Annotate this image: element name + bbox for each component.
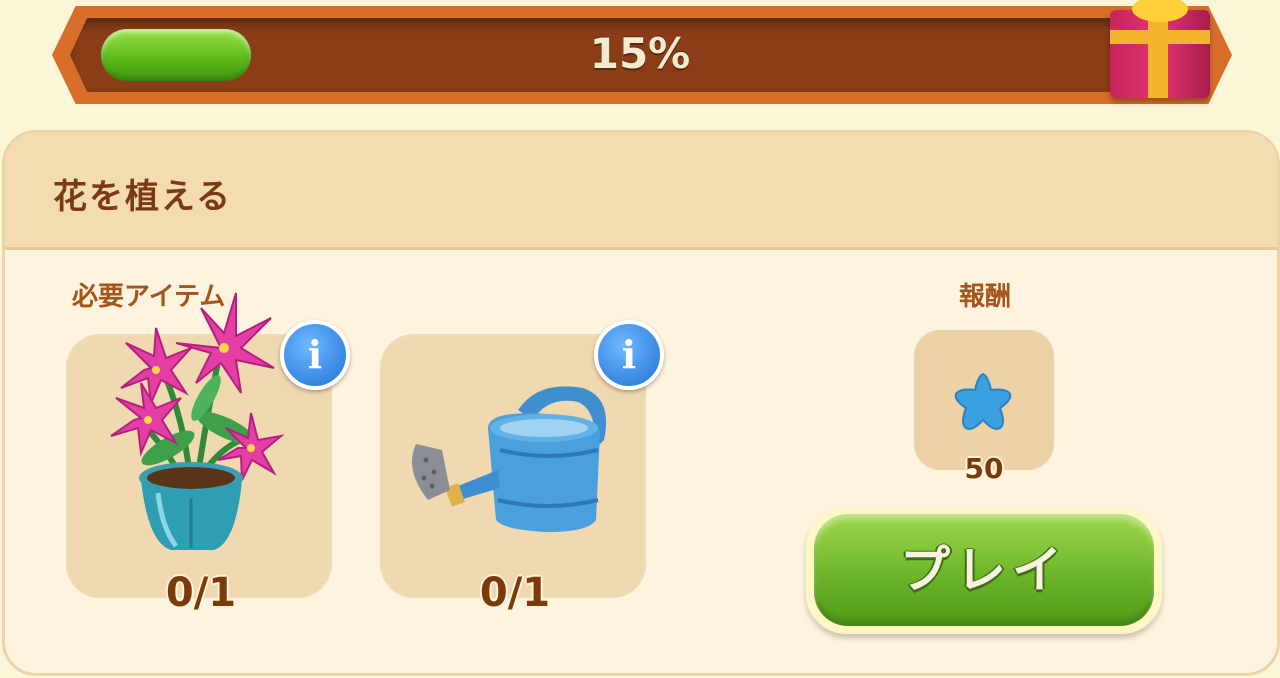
info-icon[interactable]: i xyxy=(594,320,664,390)
play-button[interactable]: プレイ xyxy=(806,508,1162,634)
progress-percent: 15% xyxy=(589,29,691,78)
reward-label: 報酬 xyxy=(958,282,1011,312)
panel-header: 花を植える xyxy=(5,133,1277,250)
progress-bar-fill xyxy=(101,29,251,81)
item-count-watering-can: 0/1 xyxy=(479,570,551,616)
blue-star-icon xyxy=(954,372,1012,430)
item-count-lily: 0/1 xyxy=(165,570,237,616)
task-title: 花を植える xyxy=(53,177,232,217)
gift-box-icon[interactable] xyxy=(1102,0,1214,102)
play-button-label: プレイ xyxy=(900,541,1068,599)
watering-can-icon xyxy=(412,386,607,532)
potted-lily-icon xyxy=(110,292,285,550)
info-icon[interactable]: i xyxy=(280,320,350,390)
reward-amount: 50 xyxy=(964,452,1004,485)
